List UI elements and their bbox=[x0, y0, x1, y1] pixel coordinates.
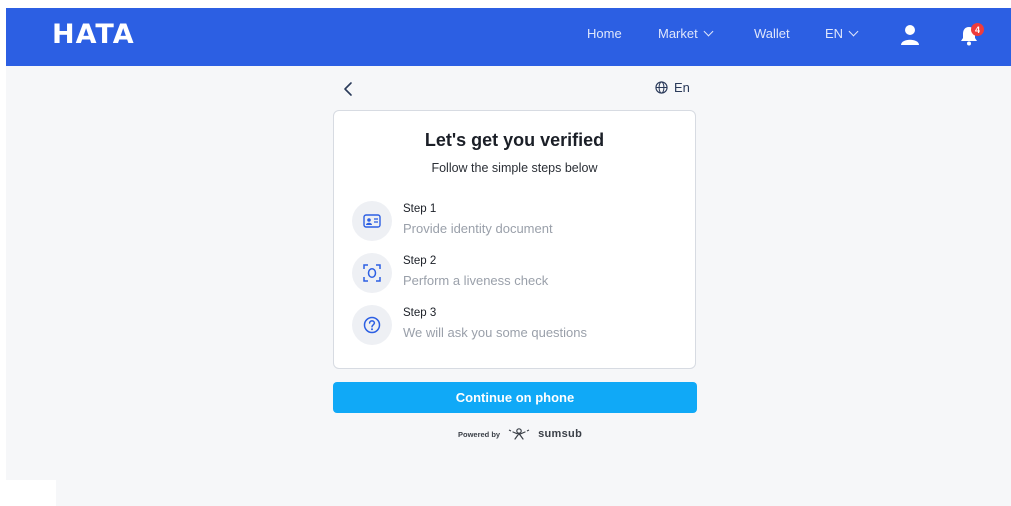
page-subtitle: Follow the simple steps below bbox=[431, 161, 598, 175]
step-title: Step 3 bbox=[403, 307, 437, 319]
top-navbar: HATA Home Market Wallet EN 4 bbox=[6, 8, 1011, 66]
nav-wallet[interactable]: Wallet bbox=[754, 26, 790, 41]
nav-market[interactable]: Market bbox=[658, 26, 714, 41]
verification-language-button[interactable]: En bbox=[655, 80, 690, 95]
step-title: Step 2 bbox=[403, 255, 437, 267]
verification-language-label: En bbox=[674, 80, 690, 95]
language-selector-label: EN bbox=[825, 26, 844, 41]
step-description: Perform a liveness check bbox=[403, 273, 549, 288]
chevron-down-icon bbox=[703, 26, 714, 37]
step-icon-circle bbox=[352, 201, 392, 241]
question-icon bbox=[363, 316, 381, 334]
face-scan-icon bbox=[363, 264, 381, 282]
sumsub-logo-icon bbox=[508, 428, 530, 440]
user-icon[interactable] bbox=[900, 24, 920, 46]
nav-wallet-label: Wallet bbox=[754, 26, 790, 41]
globe-icon bbox=[655, 81, 668, 94]
page-background-bottom bbox=[56, 470, 1011, 506]
sumsub-brand-name: sumsub bbox=[538, 428, 583, 440]
notifications-button[interactable]: 4 bbox=[960, 23, 984, 46]
hata-logo[interactable]: HATA bbox=[52, 19, 135, 50]
step-item: Step 2 Perform a liveness check bbox=[352, 253, 682, 297]
back-button[interactable] bbox=[340, 80, 358, 98]
nav-market-label: Market bbox=[658, 26, 698, 41]
nav-home-label: Home bbox=[587, 26, 622, 41]
step-item: Step 3 We will ask you some questions bbox=[352, 305, 682, 349]
powered-by-label: Powered by bbox=[458, 429, 501, 439]
powered-by-footer: Powered by sumsub bbox=[458, 427, 582, 441]
chevron-down-icon bbox=[848, 26, 859, 37]
id-card-icon bbox=[363, 214, 381, 228]
step-icon-circle bbox=[352, 253, 392, 293]
continue-on-phone-button[interactable]: Continue on phone bbox=[333, 382, 697, 413]
step-description: Provide identity document bbox=[403, 221, 553, 236]
step-title: Step 1 bbox=[403, 203, 437, 215]
notification-count-badge: 4 bbox=[971, 23, 984, 36]
step-item: Step 1 Provide identity document bbox=[352, 201, 682, 245]
step-description: We will ask you some questions bbox=[403, 325, 588, 340]
nav-home[interactable]: Home bbox=[587, 26, 622, 41]
page-title: Let's get you verified bbox=[424, 130, 605, 150]
chevron-left-icon bbox=[344, 82, 352, 96]
language-selector[interactable]: EN bbox=[825, 26, 859, 41]
step-icon-circle bbox=[352, 305, 392, 345]
verification-card: Let's get you verified Follow the simple… bbox=[333, 110, 696, 369]
